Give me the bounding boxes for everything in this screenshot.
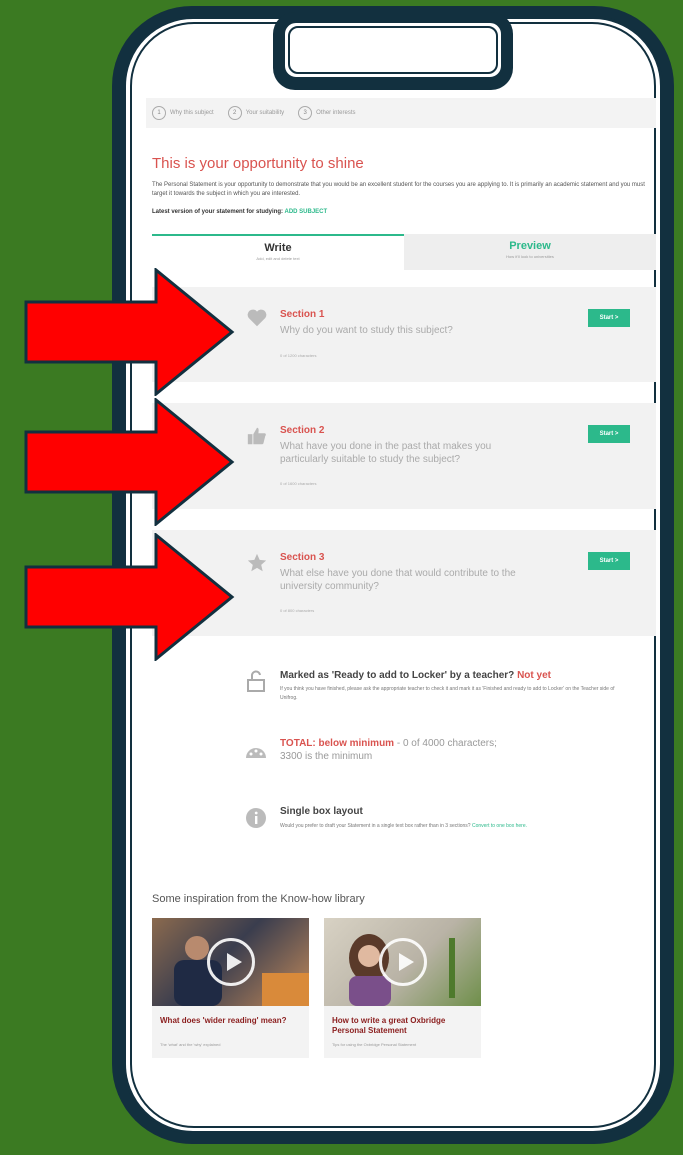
add-subject-link[interactable]: ADD SUBJECT — [284, 209, 327, 215]
section-question: What else have you done that would contr… — [280, 568, 516, 592]
section-title: Section 1 — [280, 309, 325, 320]
video-title: How to write a great Oxbridge Personal S… — [332, 1016, 446, 1035]
locker-title: Marked as 'Ready to add to Locker' by a … — [280, 670, 551, 681]
section-char-count: 0 of 1600 characters — [280, 481, 317, 486]
tab-write[interactable]: Write Add, edit and delete text — [152, 234, 404, 270]
phone-notch-ring — [288, 26, 498, 74]
video-card-1[interactable]: What does 'wider reading' mean? The 'wha… — [152, 918, 309, 1058]
play-icon[interactable] — [379, 938, 427, 986]
single-box-text: Would you prefer to draft your Statement… — [280, 822, 620, 831]
step-progress-bar: 1 Why this subject 2 Your suitability 3 … — [146, 98, 656, 128]
total-minimum: 3300 is the minimum — [280, 751, 373, 762]
step-label: Your suitability — [245, 110, 285, 116]
total-characters: TOTAL: below minimum - 0 of 4000 charact… — [244, 738, 654, 768]
play-icon[interactable] — [207, 938, 255, 986]
thumbs-up-icon — [247, 427, 266, 445]
single-box-question: Would you prefer to draft your Statement… — [280, 823, 471, 829]
locker-help-text: If you think you have finished, please a… — [280, 686, 615, 701]
arrow-section-2-icon — [24, 398, 235, 526]
convert-one-box-link[interactable]: Convert to one box here. — [472, 823, 527, 829]
tab-title: Preview — [509, 240, 551, 252]
tab-subtitle: Add, edit and delete text — [256, 256, 300, 261]
star-icon — [247, 553, 267, 572]
unlock-icon — [247, 670, 265, 692]
single-box-title: Single box layout — [280, 806, 363, 817]
arrow-section-3-icon — [24, 533, 235, 661]
total-title: TOTAL: below minimum - 0 of 4000 charact… — [280, 738, 497, 749]
video-thumbnail[interactable] — [152, 918, 309, 1006]
inspiration-heading: Some inspiration from the Know-how libra… — [152, 893, 365, 905]
section-title: Section 2 — [280, 425, 325, 436]
step-number: 3 — [298, 106, 313, 120]
arrow-section-1-icon — [24, 268, 235, 396]
section-char-count: 0 of 1200 characters — [280, 353, 317, 358]
tab-title: Write — [264, 242, 292, 254]
step-label: Other interests — [316, 110, 356, 116]
tab-subtitle: How it'll look to universities — [506, 254, 554, 259]
single-box-layout: Single box layout Would you prefer to dr… — [244, 804, 654, 846]
step-1[interactable]: 1 Why this subject — [152, 106, 214, 120]
start-section-3-button[interactable]: Start > — [588, 552, 630, 570]
latest-version-label: Latest version of your statement for stu… — [152, 209, 284, 215]
total-count: - 0 of 4000 characters; — [394, 738, 497, 749]
locker-question: Marked as 'Ready to add to Locker' by a … — [280, 670, 515, 681]
total-label: TOTAL: below minimum — [280, 738, 395, 749]
video-title: What does 'wider reading' mean? — [160, 1016, 287, 1025]
step-2[interactable]: 2 Your suitability — [227, 106, 285, 120]
step-number: 2 — [227, 106, 242, 120]
video-subtitle: Tips for using the Oxbridge Personal Sta… — [332, 1042, 417, 1047]
start-section-1-button[interactable]: Start > — [588, 309, 630, 327]
info-icon — [246, 808, 266, 828]
step-number: 1 — [152, 106, 166, 120]
step-label: Why this subject — [170, 110, 214, 116]
start-section-2-button[interactable]: Start > — [588, 425, 630, 443]
section-title: Section 3 — [280, 552, 325, 563]
section-char-count: 0 of 800 characters — [280, 608, 315, 613]
video-subtitle: The 'what' and the 'why' explained — [160, 1042, 221, 1047]
locker-status: Marked as 'Ready to add to Locker' by a … — [244, 667, 654, 712]
latest-version: Latest version of your statement for stu… — [152, 209, 327, 215]
write-preview-tabs: Write Add, edit and delete text Preview … — [152, 234, 656, 270]
heart-icon — [247, 309, 267, 327]
tab-preview[interactable]: Preview How it'll look to universities — [404, 234, 656, 270]
page-title: This is your opportunity to shine — [152, 155, 364, 172]
section-question: What have you done in the past that make… — [280, 441, 492, 465]
speedometer-icon — [246, 748, 266, 758]
video-card-2[interactable]: How to write a great Oxbridge Personal S… — [324, 918, 481, 1058]
step-3[interactable]: 3 Other interests — [298, 106, 356, 120]
locker-status-value: Not yet — [517, 670, 551, 681]
video-thumbnail[interactable] — [324, 918, 481, 1006]
intro-text: The Personal Statement is your opportuni… — [152, 182, 645, 197]
section-question: Why do you want to study this subject? — [280, 325, 453, 336]
